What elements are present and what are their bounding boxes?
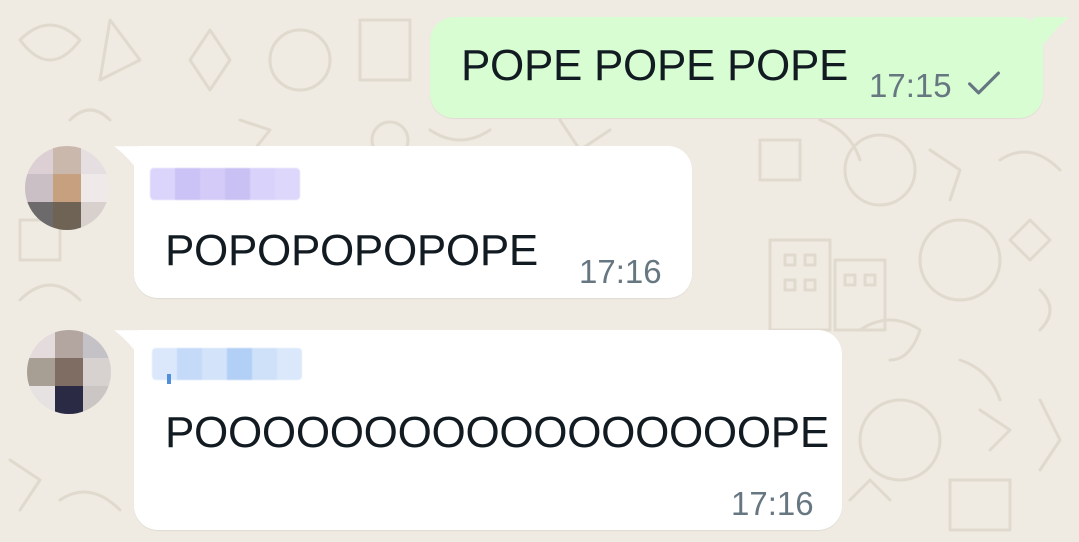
message-text: POPE POPE POPE xyxy=(461,41,849,90)
outgoing-message-bubble[interactable]: POPE POPE POPE 17:15 xyxy=(430,17,1043,118)
message-time: 17:16 xyxy=(579,253,662,290)
sender-name[interactable] xyxy=(152,348,302,380)
message-time: 17:16 xyxy=(731,485,814,522)
message-time: 17:15 xyxy=(869,67,952,104)
sender-name-underline xyxy=(167,374,171,384)
incoming-message-bubble[interactable]: POPOPOPOPOPE 17:16 xyxy=(134,146,692,298)
avatar[interactable] xyxy=(27,330,111,414)
incoming-message-bubble[interactable]: POOOOOOOOOOOOOOOOOPE 17:16 xyxy=(134,330,842,530)
sender-name[interactable] xyxy=(150,168,300,200)
bubble-tail xyxy=(1033,17,1068,47)
message-text: POPOPOPOPOPE xyxy=(165,226,538,275)
avatar[interactable] xyxy=(25,146,109,230)
single-check-icon xyxy=(968,71,1000,95)
message-text: POOOOOOOOOOOOOOOOOPE xyxy=(165,408,829,457)
